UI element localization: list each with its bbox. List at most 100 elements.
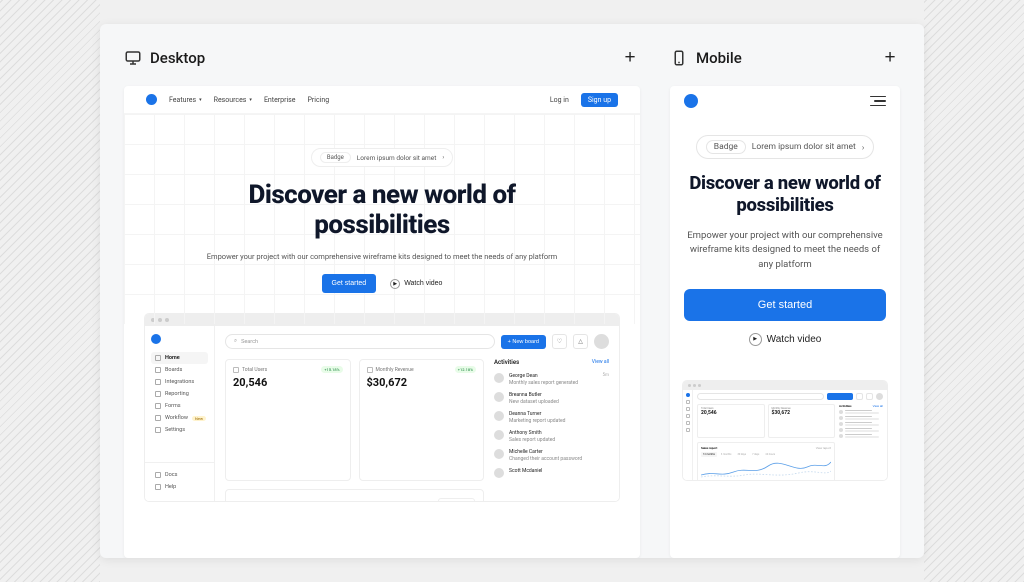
chevron-down-icon: ▾: [199, 97, 202, 103]
hero-badge[interactable]: Badge Lorem ipsum dolor sit amet ›: [311, 148, 453, 167]
delta-badge: +15.18%: [321, 366, 342, 373]
sidebar-icon[interactable]: [686, 407, 690, 411]
nav-resources[interactable]: Resources▾: [214, 96, 252, 104]
site-logo[interactable]: [684, 94, 698, 108]
mobile-navbar: [670, 86, 900, 116]
hero: Badge Lorem ipsum dolor sit amet › Disco…: [124, 114, 640, 313]
sidebar-item-help[interactable]: Help: [151, 481, 208, 493]
add-mobile-button[interactable]: +: [880, 48, 900, 68]
login-link[interactable]: Log in: [550, 96, 569, 104]
nav-enterprise[interactable]: Enterprise: [264, 96, 296, 104]
settings-icon: [155, 427, 161, 433]
activity-desc: Monthly sales report generated: [509, 380, 578, 387]
home-icon: [155, 355, 161, 361]
mobile-panel-header: Mobile +: [670, 44, 900, 72]
sidebar-item-reporting[interactable]: Reporting: [151, 388, 208, 400]
get-started-button[interactable]: Get started: [684, 289, 886, 321]
help-icon: [155, 484, 161, 490]
revenue-icon: [367, 367, 373, 373]
badge-text: Lorem ipsum dolor sit amet: [752, 142, 856, 152]
activities-panel: ActivitiesView all George DeanMonthly sa…: [494, 359, 609, 481]
window-chrome: [683, 381, 887, 390]
nav-features[interactable]: Features▾: [169, 96, 202, 104]
avatar: [494, 430, 504, 440]
signup-button[interactable]: Sign up: [581, 93, 618, 107]
app-main-mini: Total Users20,546 Monthly Revenue$30,672…: [693, 390, 887, 480]
sales-chart-mini: Sales reportView report 12 months3 month…: [697, 442, 835, 481]
mobile-panel: Mobile + Badge Lorem ipsum dolor sit ame…: [670, 44, 900, 558]
badge-label: Badge: [706, 140, 746, 154]
stat-value: 20,546: [233, 376, 343, 389]
activity-name: Scott Mcdaniel: [509, 468, 542, 475]
boards-icon: [155, 367, 161, 373]
activity-item[interactable]: Breanna ButlerNew dataset uploaded: [494, 389, 609, 408]
user-avatar[interactable]: [594, 334, 609, 349]
icon-button[interactable]: [866, 393, 873, 400]
sidebar-icon[interactable]: [686, 421, 690, 425]
chevron-down-icon: ▾: [249, 97, 252, 103]
chart-title: Sales report: [234, 501, 267, 503]
hero-badge[interactable]: Badge Lorem ipsum dolor sit amet ›: [696, 135, 874, 159]
sidebar-item-docs[interactable]: Docs: [151, 469, 208, 481]
mobile-panel-title: Mobile: [670, 49, 742, 67]
icon-button[interactable]: [856, 393, 863, 400]
badge-label: Badge: [320, 152, 351, 163]
activity-item[interactable]: Scott Mcdaniel: [494, 465, 609, 481]
app-logo[interactable]: [151, 334, 161, 344]
get-started-button[interactable]: Get started: [322, 274, 377, 293]
view-report-button[interactable]: View report: [438, 498, 475, 502]
watch-video-button[interactable]: ▶ Watch video: [684, 333, 886, 346]
sidebar-item-integrations[interactable]: Integrations: [151, 376, 208, 388]
activity-item[interactable]: Anthony SmithSales report updated: [494, 427, 609, 446]
hero-subtitle: Empower your project with our comprehens…: [684, 229, 886, 273]
activity-time: 5m: [603, 373, 609, 378]
favorite-button[interactable]: ♡: [552, 334, 567, 349]
nav-pricing[interactable]: Pricing: [308, 96, 330, 104]
app-logo[interactable]: [686, 393, 690, 397]
notifications-button[interactable]: △: [573, 334, 588, 349]
activity-item[interactable]: George DeanMonthly sales report generate…: [494, 370, 609, 389]
reporting-icon: [155, 391, 161, 397]
sidebar-item-settings[interactable]: Settings: [151, 424, 208, 436]
add-desktop-button[interactable]: +: [620, 48, 640, 68]
new-board-button[interactable]: [827, 393, 853, 400]
stat-value: $30,672: [367, 376, 477, 389]
search-input[interactable]: ⌕Search: [225, 334, 495, 349]
menu-button[interactable]: [870, 96, 886, 107]
view-all-link[interactable]: View all: [873, 404, 883, 408]
watch-video-button[interactable]: ▶ Watch video: [390, 279, 442, 289]
hero-title: Discover a new world ofpossibilities: [204, 181, 560, 241]
sidebar-icon[interactable]: [686, 400, 690, 404]
new-board-button[interactable]: + New board: [501, 335, 546, 349]
new-badge: New: [192, 416, 206, 421]
integrations-icon: [155, 379, 161, 385]
activity-item[interactable]: Deanna TurnerMarketing report updated: [494, 408, 609, 427]
mobile-preview: Badge Lorem ipsum dolor sit amet › Disco…: [670, 86, 900, 558]
activity-desc: Changed their account password: [509, 456, 582, 463]
view-report-button[interactable]: View report: [816, 446, 831, 450]
activity-desc: Sales report updated: [509, 437, 555, 444]
sidebar-icon[interactable]: [686, 414, 690, 418]
sidebar-item-workflow[interactable]: WorkflowNew: [151, 412, 208, 424]
canvas: Desktop + Features▾ Resources▾ Enterpris…: [100, 24, 924, 558]
sidebar-icon[interactable]: [686, 428, 690, 432]
avatar: [494, 449, 504, 459]
activity-desc: New dataset uploaded: [509, 399, 559, 406]
search-input[interactable]: [697, 393, 824, 400]
sidebar-item-boards[interactable]: Boards: [151, 364, 208, 376]
chevron-right-icon: ›: [442, 154, 444, 161]
chevron-right-icon: ›: [862, 143, 864, 152]
user-avatar[interactable]: [876, 393, 883, 400]
avatar: [494, 411, 504, 421]
sidebar-item-forms[interactable]: Forms: [151, 400, 208, 412]
app-main: ⌕Search + New board ♡ △ Total Users+15.1…: [215, 326, 619, 501]
sidebar-item-home[interactable]: Home: [151, 352, 208, 364]
app-mockup-mobile: Total Users20,546 Monthly Revenue$30,672…: [682, 380, 888, 481]
app-sidebar-mini: [683, 390, 693, 480]
activity-item[interactable]: Michelle CarterChanged their account pas…: [494, 446, 609, 465]
window-chrome: [145, 314, 619, 326]
site-logo[interactable]: [146, 94, 157, 105]
view-all-link[interactable]: View all: [592, 359, 609, 366]
forms-icon: [155, 403, 161, 409]
delta-badge: +12.18%: [455, 366, 476, 373]
